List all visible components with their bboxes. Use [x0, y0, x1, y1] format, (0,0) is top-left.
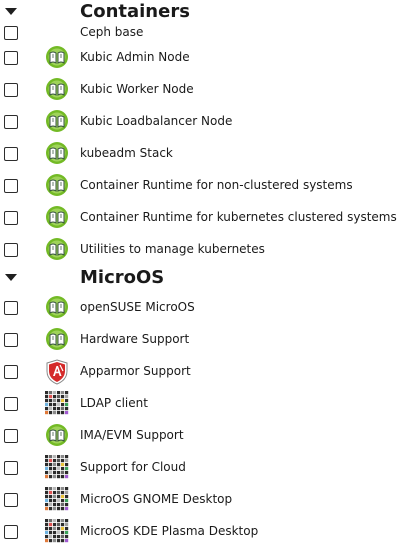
opensuse-pattern-icon	[45, 237, 69, 261]
pattern-checkbox[interactable]	[4, 243, 18, 257]
pattern-label: Utilities to manage kubernetes	[80, 242, 265, 256]
pattern-label: kubeadm Stack	[80, 146, 173, 160]
pattern-row-utilities-manage-kubernetes[interactable]: Utilities to manage kubernetes	[0, 236, 417, 264]
opensuse-pattern-icon	[45, 141, 69, 165]
pattern-row-microos-gnome-desktop[interactable]: MicroOS GNOME Desktop	[0, 486, 417, 514]
pattern-label: openSUSE MicroOS	[80, 300, 195, 314]
pattern-row-ldap-client[interactable]: LDAP client	[0, 390, 417, 418]
pattern-label: Hardware Support	[80, 332, 190, 346]
opensuse-pattern-icon	[45, 327, 69, 351]
pattern-row-container-runtime-non-clustered[interactable]: Container Runtime for non-clustered syst…	[0, 172, 417, 200]
pattern-checkbox[interactable]	[4, 26, 18, 40]
pattern-row-support-for-cloud[interactable]: Support for Cloud	[0, 454, 417, 482]
opensuse-pattern-icon	[45, 205, 69, 229]
pattern-checkbox[interactable]	[4, 333, 18, 347]
pattern-row-kubeadm-stack[interactable]: kubeadm Stack	[0, 140, 417, 168]
opensuse-pattern-icon	[45, 109, 69, 133]
pattern-label: IMA/EVM Support	[80, 428, 184, 442]
pattern-row-opensuse-microos[interactable]: openSUSE MicroOS	[0, 294, 417, 322]
opensuse-pattern-icon	[45, 295, 69, 319]
pattern-row-kubic-worker-node[interactable]: Kubic Worker Node	[0, 76, 417, 104]
pattern-row-kubic-loadbalancer-node[interactable]: Kubic Loadbalancer Node	[0, 108, 417, 136]
group-header-microos: MicroOS	[0, 266, 417, 292]
apparmor-shield-icon	[45, 359, 69, 385]
pattern-checkbox[interactable]	[4, 179, 18, 193]
pattern-checkbox[interactable]	[4, 525, 18, 539]
pattern-row-apparmor-support[interactable]: Apparmor Support	[0, 358, 417, 386]
pattern-label: MicroOS GNOME Desktop	[80, 492, 233, 506]
pattern-row-microos-kde-plasma-desktop[interactable]: MicroOS KDE Plasma Desktop	[0, 518, 417, 546]
color-grid-icon	[45, 455, 69, 479]
collapse-arrow-icon[interactable]	[5, 274, 17, 281]
pattern-label: Kubic Admin Node	[80, 50, 190, 64]
pattern-checkbox[interactable]	[4, 365, 18, 379]
collapse-arrow-icon[interactable]	[5, 8, 17, 15]
pattern-checkbox[interactable]	[4, 51, 18, 65]
pattern-label: Ceph base	[80, 25, 144, 39]
pattern-label: Support for Cloud	[80, 460, 186, 474]
pattern-label: LDAP client	[80, 396, 148, 410]
pattern-label: Kubic Loadbalancer Node	[80, 114, 233, 128]
pattern-row-kubic-admin-node[interactable]: Kubic Admin Node	[0, 44, 417, 72]
color-grid-icon	[45, 519, 69, 543]
pattern-checkbox[interactable]	[4, 493, 18, 507]
pattern-checkbox[interactable]	[4, 147, 18, 161]
pattern-row-hardware-support[interactable]: Hardware Support	[0, 326, 417, 354]
pattern-label: Container Runtime for kubernetes cluster…	[80, 210, 397, 224]
pattern-row-container-runtime-kubernetes-clustered[interactable]: Container Runtime for kubernetes cluster…	[0, 204, 417, 232]
pattern-row-ceph-base[interactable]: Ceph base	[0, 19, 417, 47]
pattern-checkbox[interactable]	[4, 115, 18, 129]
pattern-checkbox[interactable]	[4, 461, 18, 475]
color-grid-icon	[45, 391, 69, 415]
opensuse-pattern-icon	[45, 423, 69, 447]
color-grid-icon	[45, 487, 69, 511]
pattern-label: Kubic Worker Node	[80, 82, 194, 96]
opensuse-pattern-icon	[45, 45, 69, 69]
pattern-checkbox[interactable]	[4, 211, 18, 225]
pattern-checkbox[interactable]	[4, 301, 18, 315]
pattern-label: Container Runtime for non-clustered syst…	[80, 178, 353, 192]
opensuse-pattern-icon	[45, 77, 69, 101]
pattern-label: MicroOS KDE Plasma Desktop	[80, 524, 259, 538]
pattern-label: Apparmor Support	[80, 364, 191, 378]
pattern-checkbox[interactable]	[4, 397, 18, 411]
group-title: MicroOS	[80, 267, 165, 288]
pattern-row-ima-evm-support[interactable]: IMA/EVM Support	[0, 422, 417, 450]
pattern-checkbox[interactable]	[4, 83, 18, 97]
opensuse-pattern-icon	[45, 173, 69, 197]
pattern-checkbox[interactable]	[4, 429, 18, 443]
